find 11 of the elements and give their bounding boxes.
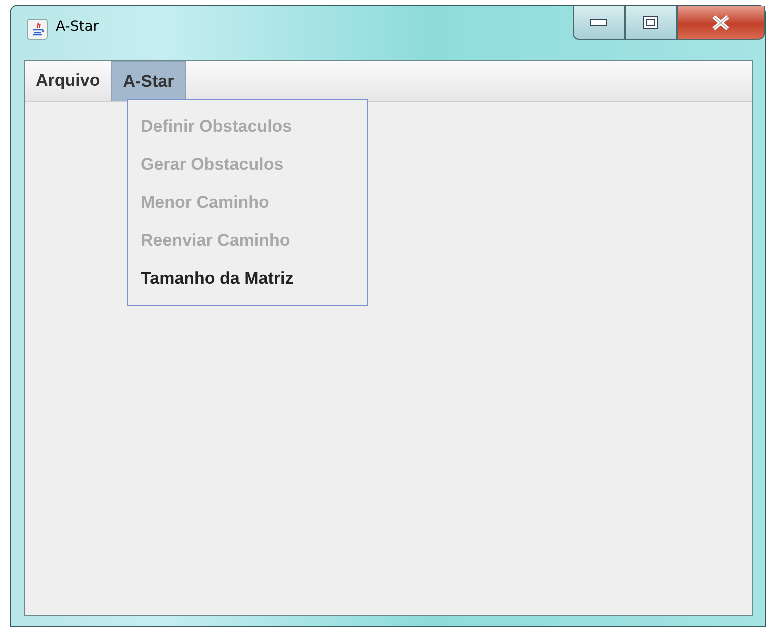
close-icon [712, 14, 730, 30]
app-icon [27, 19, 48, 40]
menu-entry[interactable]: Tamanho da Matriz [128, 260, 367, 298]
close-button[interactable] [677, 6, 765, 40]
minimize-icon [590, 18, 608, 26]
maximize-button[interactable] [625, 6, 677, 40]
minimize-button[interactable] [573, 6, 625, 40]
window-title: A-Star [56, 19, 100, 35]
menu-item[interactable]: Arquivo [25, 61, 112, 101]
maximize-icon [643, 16, 659, 30]
menu-item[interactable]: A-Star [111, 61, 186, 101]
